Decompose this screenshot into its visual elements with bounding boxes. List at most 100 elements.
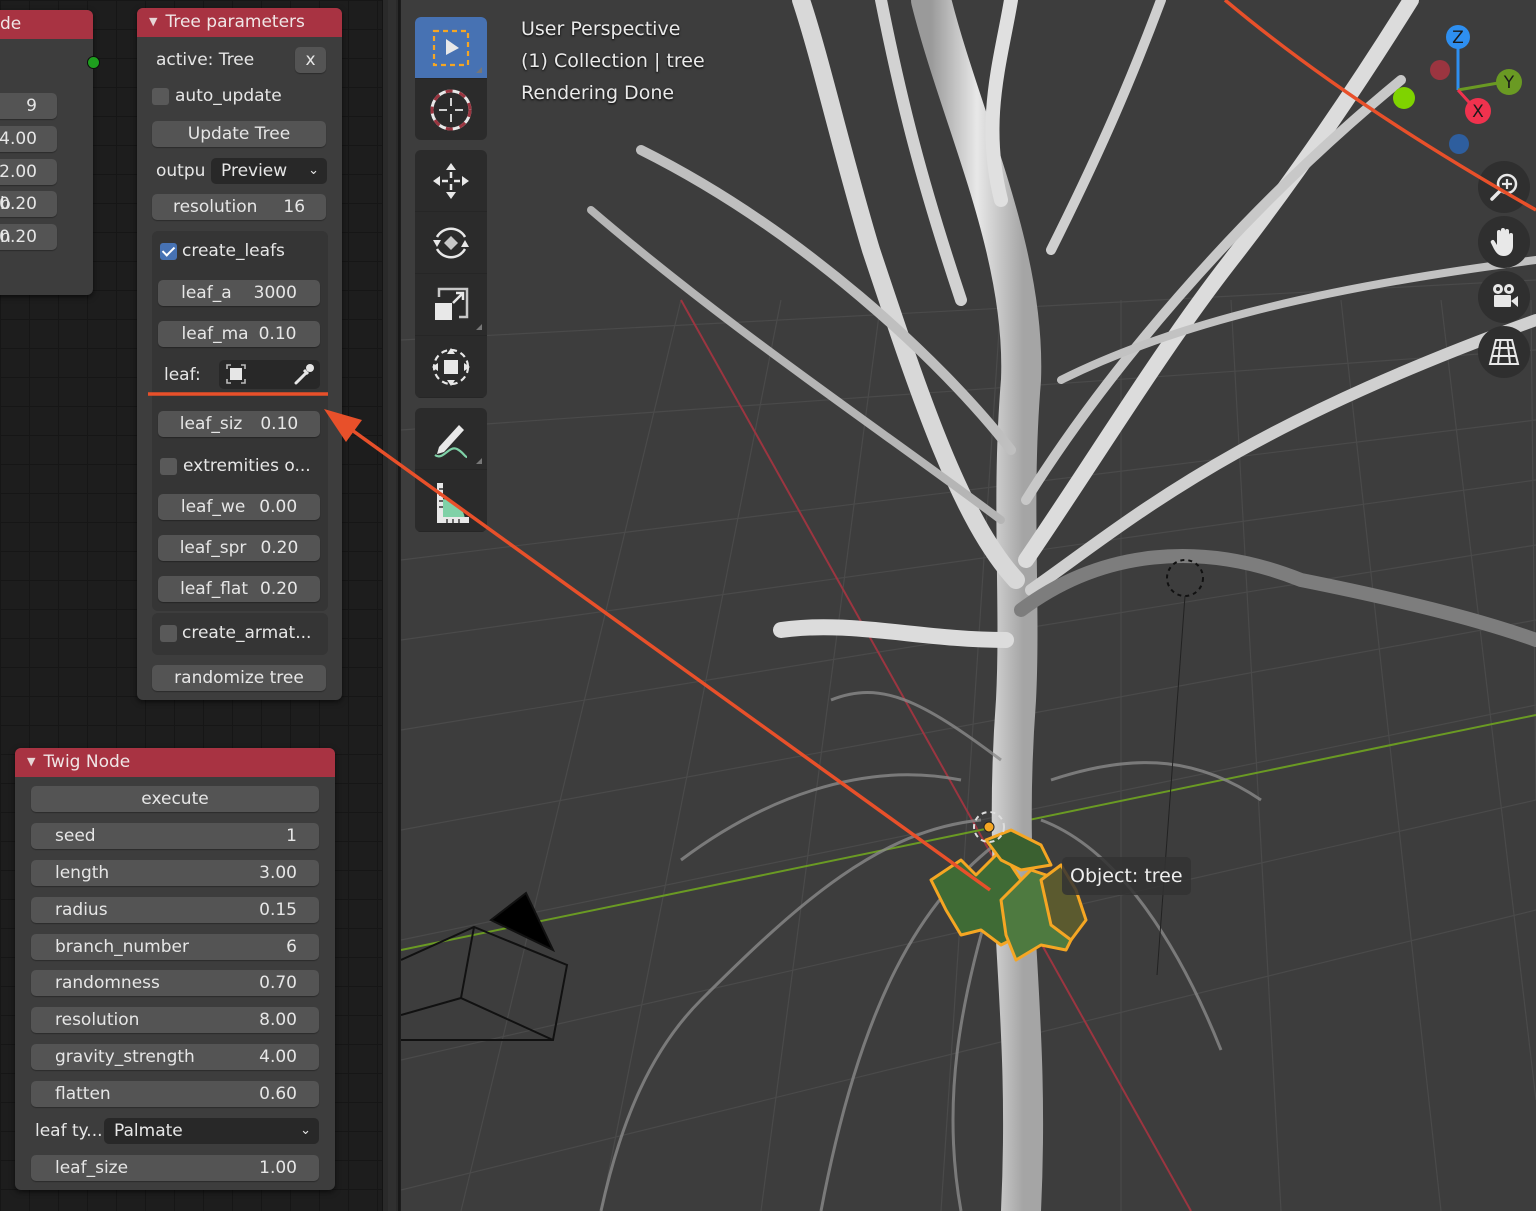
tool-options-corner (476, 458, 482, 464)
twig-field-radius[interactable]: radius 0.15 (31, 897, 319, 923)
collection-label: (1) Collection | tree (521, 50, 705, 72)
3d-viewport[interactable]: User Perspective (1) Collection | tree R… (401, 0, 1536, 1211)
twig-node: ▼ Twig Node execute leaf ty... Palmate ⌄ … (15, 748, 335, 1190)
output-socket[interactable] (87, 56, 100, 69)
navigation-gizmo[interactable]: Z Y X (1386, 20, 1526, 160)
transform-icon (432, 347, 470, 386)
leaf-size-field[interactable]: leaf_size 1.00 (31, 1155, 319, 1181)
collapse-triangle-icon[interactable]: ▼ (149, 15, 157, 28)
partial-field[interactable]: n 0.20 (0, 224, 57, 250)
extremities-only-checkbox[interactable] (160, 458, 177, 475)
leaf-type-dropdown[interactable]: Palmate ⌄ (104, 1118, 319, 1144)
active-tree-label: active: Tree (156, 50, 255, 70)
twig-field-branch-number[interactable]: branch_number 6 (31, 934, 319, 960)
tree-parameters-title: Tree parameters (165, 12, 305, 32)
svg-text:Y: Y (1503, 73, 1515, 93)
tool-scale[interactable] (415, 274, 487, 336)
tool-options-corner (476, 324, 482, 330)
ortho-toggle-button[interactable] (1478, 326, 1530, 378)
tree-branches (587, 0, 1536, 1211)
partial-node-header[interactable]: de (0, 10, 93, 39)
gizmo-neg-z (1449, 134, 1469, 154)
collapse-triangle-icon[interactable]: ▼ (27, 755, 35, 768)
partial-field[interactable]: 9 (0, 93, 57, 119)
twig-field-length[interactable]: length 3.00 (31, 860, 319, 886)
hand-icon (1490, 228, 1513, 256)
annotate-pencil-icon (434, 424, 468, 458)
view-name-label: User Perspective (521, 18, 681, 40)
leaf-weight-field[interactable]: leaf_we 0.00 (158, 494, 320, 520)
auto-update-checkbox[interactable] (152, 88, 169, 105)
render-status-label: Rendering Done (521, 82, 675, 104)
create-armature-checkbox[interactable] (160, 625, 177, 642)
output-label: outpu (156, 161, 206, 181)
perspective-grid-icon (1488, 339, 1520, 365)
leaf-cluster (929, 828, 1088, 962)
leaf-subpanel: create_leafs leaf_a 3000 leaf_ma 0.10 leaf… (152, 231, 328, 611)
camera-object (401, 891, 569, 1041)
twig-node-title: Twig Node (43, 752, 131, 772)
tool-cursor[interactable] (415, 79, 487, 140)
clear-active-button[interactable]: x (295, 47, 326, 73)
tool-transform[interactable] (415, 336, 487, 398)
toolbar-group-select (415, 17, 487, 140)
node-editor[interactable]: de 9 14.00 2.00 b 0.20 n 0.20 ▼ Tree para… (0, 0, 382, 1211)
extremities-only-label: extremities o... (183, 456, 311, 476)
leaf-type-label: leaf ty... (35, 1121, 103, 1141)
output-dropdown[interactable]: Preview ⌄ (211, 158, 327, 184)
eyedropper-icon[interactable] (292, 362, 316, 386)
resolution-field[interactable]: resolution 16 (152, 194, 326, 220)
pan-view-button[interactable] (1478, 216, 1530, 268)
object-icon (226, 364, 246, 384)
twig-field-flatten[interactable]: flatten 0.60 (31, 1081, 319, 1107)
rotate-icon (433, 227, 469, 258)
zoom-magnifier-icon (1490, 173, 1518, 201)
leaf-spread-field[interactable]: leaf_spr 0.20 (158, 535, 320, 561)
twig-node-header[interactable]: ▼ Twig Node (15, 748, 335, 777)
twig-field-resolution[interactable]: resolution 8.00 (31, 1007, 319, 1033)
zoom-view-button[interactable] (1478, 161, 1530, 213)
create-leafs-checkbox[interactable] (160, 243, 177, 260)
scrollbar[interactable] (388, 0, 396, 1211)
leaf-flatten-field[interactable]: leaf_flat 0.20 (158, 576, 320, 602)
execute-button[interactable]: execute (31, 786, 319, 812)
measure-ruler-icon (437, 482, 469, 523)
cursor-icon (430, 89, 472, 130)
object-tooltip: Object: tree (1062, 857, 1191, 895)
empty-object (1166, 559, 1204, 597)
partial-field[interactable]: 2.00 (0, 159, 57, 185)
tool-rotate[interactable] (415, 212, 487, 274)
leaf-size-field[interactable]: leaf_siz 0.10 (158, 411, 320, 437)
tool-move[interactable] (415, 150, 487, 212)
leaf-amount-field[interactable]: leaf_a 3000 (158, 280, 320, 306)
tool-measure[interactable] (415, 470, 487, 532)
leaf-object-picker[interactable] (219, 360, 320, 389)
partial-field[interactable]: 14.00 (0, 126, 57, 152)
select-box-icon (432, 29, 470, 66)
chevron-down-icon: ⌄ (308, 163, 319, 178)
auto-update-label: auto_update (175, 86, 282, 106)
partial-node-title: de (0, 14, 22, 34)
toolbar-group-annotate (415, 408, 487, 532)
partial-field[interactable]: b 0.20 (0, 191, 57, 217)
chevron-down-icon: ⌄ (300, 1123, 311, 1138)
leaf-object-label: leaf: (164, 365, 201, 385)
floor-grid (401, 279, 1536, 1211)
scene-render[interactable] (401, 0, 1536, 1211)
camera-view-button[interactable] (1478, 271, 1530, 323)
camera-icon (1493, 284, 1518, 307)
twig-field-gravity-strength[interactable]: gravity_strength 4.00 (31, 1044, 319, 1070)
tool-select-box[interactable] (415, 17, 487, 79)
twig-field-seed[interactable]: seed 1 (31, 823, 319, 849)
tree-parameters-header[interactable]: ▼ Tree parameters (137, 8, 342, 37)
gizmo-neg-y (1393, 87, 1415, 109)
randomize-tree-button[interactable]: randomize tree (152, 665, 326, 691)
tool-annotate[interactable] (415, 408, 487, 470)
roots (599, 691, 1262, 1211)
area-splitter[interactable] (382, 0, 400, 1211)
update-tree-button[interactable]: Update Tree (152, 121, 326, 147)
tree-parameters-node: ▼ Tree parameters active: Tree x auto_upd… (137, 8, 342, 700)
leaf-max-radius-field[interactable]: leaf_ma 0.10 (158, 321, 320, 347)
create-leafs-label: create_leafs (182, 241, 285, 261)
twig-field-randomness[interactable]: randomness 0.70 (31, 970, 319, 996)
